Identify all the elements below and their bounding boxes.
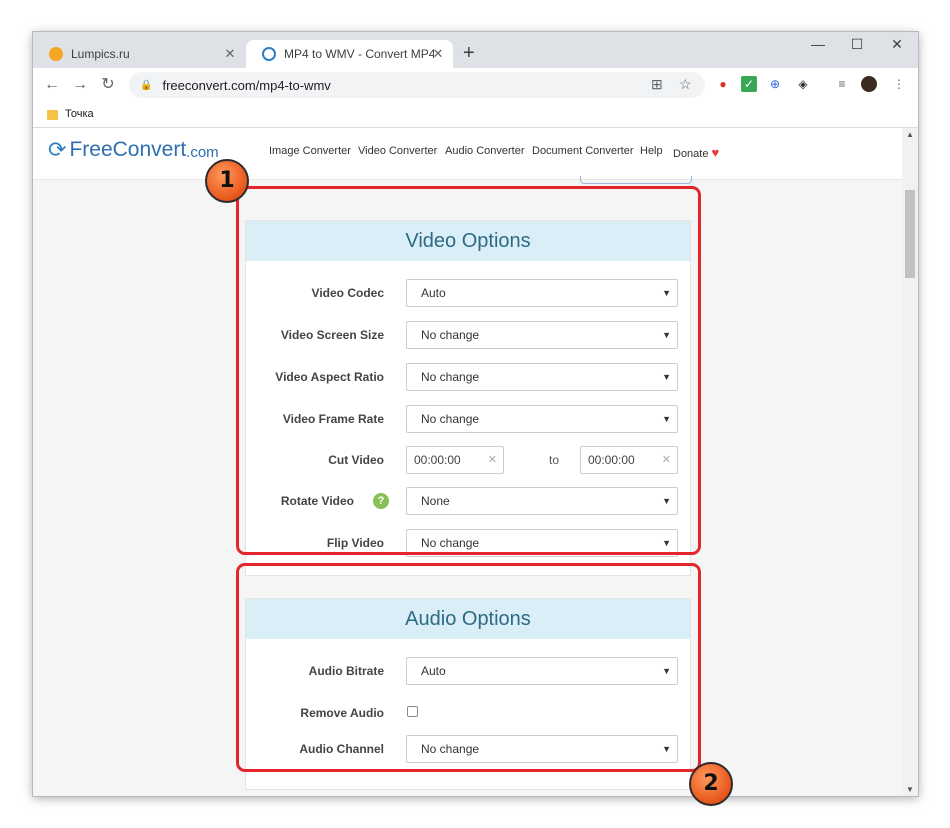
folder-icon bbox=[47, 110, 58, 120]
back-icon[interactable]: ← bbox=[42, 75, 62, 95]
freeconvert-favicon-icon bbox=[262, 47, 276, 61]
extension-check-icon[interactable]: ✓ bbox=[741, 76, 757, 92]
close-window-icon[interactable]: ✕ bbox=[882, 36, 912, 53]
tab-title: Lumpics.ru bbox=[71, 47, 130, 61]
vertical-scrollbar[interactable]: ▲ ▼ bbox=[902, 128, 918, 796]
minimize-icon[interactable]: — bbox=[803, 36, 833, 52]
bookmarks-bar: Точка bbox=[33, 102, 918, 128]
convert-arrows-icon: ⟳ bbox=[48, 137, 67, 162]
maximize-icon[interactable]: ☐ bbox=[842, 36, 872, 53]
scroll-down-icon[interactable]: ▼ bbox=[902, 785, 918, 794]
translate-icon[interactable]: ⊞ bbox=[651, 76, 663, 93]
nav-image-converter[interactable]: Image Converter bbox=[269, 145, 351, 157]
nav-donate[interactable]: Donate ♥ bbox=[673, 145, 719, 160]
freeconvert-logo[interactable]: ⟳ FreeConvert .com bbox=[48, 137, 219, 163]
heart-icon: ♥ bbox=[711, 145, 720, 160]
close-tab-icon[interactable]: ✕ bbox=[223, 47, 237, 61]
extension-globe-icon[interactable]: ⊕ bbox=[767, 76, 783, 92]
bookmark-tochka[interactable]: Точка bbox=[65, 108, 94, 120]
scrollbar-thumb[interactable] bbox=[905, 190, 915, 278]
highlight-audio-options bbox=[236, 563, 701, 772]
step-badge-1: 1 bbox=[205, 159, 249, 203]
scroll-up-icon[interactable]: ▲ bbox=[902, 130, 918, 139]
media-queue-icon[interactable]: ≡ bbox=[834, 76, 850, 92]
nav-audio-converter[interactable]: Audio Converter bbox=[445, 145, 525, 157]
partial-button[interactable] bbox=[580, 176, 692, 184]
new-tab-icon[interactable]: + bbox=[463, 43, 475, 63]
donate-label: Donate bbox=[673, 148, 709, 160]
site-header: ⟳ FreeConvert .com Image Converter Video… bbox=[33, 128, 902, 180]
bookmark-star-icon[interactable]: ☆ bbox=[679, 76, 692, 93]
browser-toolbar: ← → ↻ 🔒 freeconvert.com/mp4-to-wmv ⊞ ☆ ●… bbox=[33, 68, 918, 102]
lock-icon: 🔒 bbox=[140, 79, 153, 91]
tab-freeconvert[interactable]: MP4 to WMV - Convert MP4 to WMV ✕ bbox=[246, 40, 453, 68]
close-tab-icon[interactable]: ✕ bbox=[431, 47, 445, 61]
extension-cube-icon[interactable]: ◈ bbox=[795, 76, 811, 92]
forward-icon[interactable]: → bbox=[70, 75, 90, 95]
nav-video-converter[interactable]: Video Converter bbox=[358, 145, 437, 157]
reload-icon[interactable]: ↻ bbox=[98, 75, 118, 95]
address-bar[interactable]: 🔒 freeconvert.com/mp4-to-wmv ⊞ ☆ bbox=[129, 72, 705, 98]
nav-help[interactable]: Help bbox=[640, 145, 663, 157]
extension-red-icon[interactable]: ● bbox=[715, 76, 731, 92]
tab-lumpics[interactable]: Lumpics.ru ✕ bbox=[33, 40, 245, 68]
nav-document-converter[interactable]: Document Converter bbox=[532, 145, 634, 157]
tab-title: MP4 to WMV - Convert MP4 to WMV bbox=[284, 47, 434, 61]
url-text: freeconvert.com/mp4-to-wmv bbox=[162, 77, 331, 93]
logo-suffix: .com bbox=[186, 143, 219, 161]
lumpics-favicon-icon bbox=[49, 47, 63, 61]
logo-text: FreeConvert bbox=[69, 138, 187, 161]
profile-avatar[interactable] bbox=[861, 76, 877, 92]
tab-strip: Lumpics.ru ✕ MP4 to WMV - Convert MP4 to… bbox=[33, 32, 918, 68]
highlight-video-options bbox=[236, 186, 701, 555]
step-badge-2: 2 bbox=[689, 762, 733, 806]
menu-dots-icon[interactable]: ⋮ bbox=[891, 76, 907, 92]
